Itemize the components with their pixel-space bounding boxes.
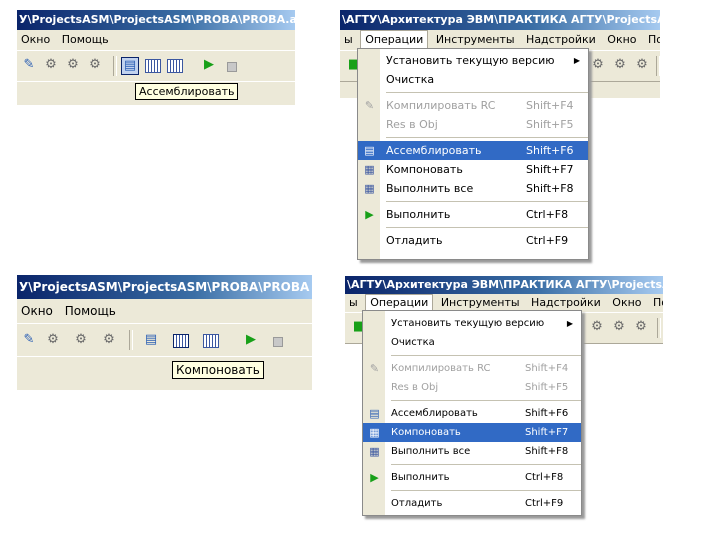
menu-help[interactable]: Помощь [644, 30, 660, 50]
tooltip-link: Компоновать [172, 361, 264, 379]
window-title: \АГТУ\Архитектура ЭВМ\ПРАКТИКА АГТУ\Proj… [340, 10, 660, 30]
compile-icon[interactable]: ✎ [21, 332, 37, 348]
menu-separator [391, 464, 581, 465]
menu-operations[interactable]: Операции [365, 294, 434, 311]
toolbar: ✎ ⚙ ⚙ ⚙ ▤ ▶ [17, 323, 312, 357]
submenu-arrow-icon: ▶ [566, 319, 573, 328]
menu-separator [386, 92, 588, 93]
compile-rc-icon: ✎ [364, 99, 375, 112]
menu-bar: Окно Помощь [17, 299, 312, 323]
menu-window[interactable]: Окно [603, 30, 640, 50]
assemble-icon[interactable]: ▤ [143, 332, 159, 348]
menu-item-set-current-version[interactable]: Установить текущую версию ▶ [358, 51, 588, 70]
menu-item-compile-rc[interactable]: ✎ Компилировать RC Shift+F4 [358, 96, 588, 115]
run-icon[interactable]: ▶ [243, 332, 259, 348]
menu-help[interactable]: Помощь [58, 30, 113, 50]
gear-icon[interactable]: ⚙ [65, 57, 81, 73]
compile-icon[interactable]: ✎ [21, 57, 37, 73]
window-panel-assemble: У\ProjectsASM\ProjectsASM\PROBA\PROBA.as… [17, 10, 295, 105]
stop-icon[interactable] [273, 337, 283, 347]
gear-icon[interactable]: ⚙ [612, 57, 628, 73]
menu-window[interactable]: Окно [17, 30, 54, 50]
menu-item-clean[interactable]: Очистка [363, 333, 581, 352]
menu-item-assemble[interactable]: ▤ Ассемблировать Shift+F6 [363, 404, 581, 423]
assemble-icon: ▤ [364, 144, 375, 157]
link-icon: ▦ [369, 426, 380, 439]
menu-window[interactable]: Окно [17, 299, 57, 323]
menu-item-set-current-version[interactable]: Установить текущую версию ▶ [363, 314, 581, 333]
menu-item-run[interactable]: ▶ Выполнить Ctrl+F8 [363, 468, 581, 487]
toolbar-separator [129, 330, 133, 350]
menu-item-build-all[interactable]: ▦ Выполнить все Shift+F8 [363, 442, 581, 461]
menu-tail[interactable]: ы [345, 294, 362, 312]
window-title: У\ProjectsASM\ProjectsASM\PROBA\PROBA [17, 275, 312, 299]
submenu-arrow-icon: ▶ [573, 56, 580, 65]
toolbar: ✎ ⚙ ⚙ ⚙ ▤ ▶ [17, 50, 295, 82]
toolbar-separator [113, 56, 117, 76]
menu-item-debug[interactable]: Отладить Ctrl+F9 [363, 494, 581, 513]
menu-operations[interactable]: Операции [360, 30, 429, 49]
menu-item-compile-rc[interactable]: ✎ Компилировать RC Shift+F4 [363, 359, 581, 378]
gear-icon[interactable]: ⚙ [73, 332, 89, 348]
workspace [17, 356, 312, 390]
gear-icon[interactable]: ⚙ [43, 57, 59, 73]
build-all-icon: ▦ [364, 182, 375, 195]
gear-icon[interactable]: ⚙ [634, 57, 650, 73]
run-icon: ▶ [370, 471, 379, 484]
menu-item-assemble[interactable]: ▤ Ассемблировать Shift+F6 [358, 141, 588, 160]
operations-dropdown-2: Установить текущую версию ▶ Очистка ✎ Ко… [362, 310, 582, 516]
build-all-icon[interactable] [167, 59, 183, 73]
menu-separator [391, 400, 581, 401]
menu-help[interactable]: Помощь [61, 299, 120, 323]
gear-icon[interactable]: ⚙ [633, 319, 649, 335]
assemble-icon[interactable]: ▤ [121, 57, 139, 75]
operations-dropdown-1: Установить текущую версию ▶ Очистка ✎ Ко… [357, 48, 589, 260]
gear-icon[interactable]: ⚙ [101, 332, 117, 348]
toolbar-separator [656, 56, 660, 76]
menu-item-debug[interactable]: Отладить Ctrl+F9 [358, 231, 588, 250]
menu-tail[interactable]: ы [340, 30, 357, 50]
menu-bar: Окно Помощь [17, 30, 295, 50]
gear-icon[interactable]: ⚙ [45, 332, 61, 348]
toolbar-separator [657, 318, 661, 338]
menu-item-link[interactable]: ▦ Компоновать Shift+F7 [358, 160, 588, 179]
menu-separator [391, 355, 581, 356]
menu-separator [391, 490, 581, 491]
menu-item-build-all[interactable]: ▦ Выполнить все Shift+F8 [358, 179, 588, 198]
menu-item-clean[interactable]: Очистка [358, 70, 588, 89]
window-title: \АГТУ\Архитектура ЭВМ\ПРАКТИКА АГТУ\Proj… [345, 276, 663, 294]
menu-bar: ы Операции Инструменты Надстройки Окно П… [340, 30, 660, 50]
menu-window[interactable]: Окно [608, 294, 645, 312]
menu-separator [386, 227, 588, 228]
stop-icon[interactable] [227, 62, 237, 72]
link-icon[interactable] [173, 334, 189, 348]
build-all-icon: ▦ [369, 445, 380, 458]
assemble-icon: ▤ [369, 407, 380, 420]
compile-rc-icon: ✎ [369, 362, 380, 375]
menu-help[interactable]: Помощь [649, 294, 663, 312]
gear-icon[interactable]: ⚙ [589, 319, 605, 335]
menu-item-link[interactable]: ▦ Компоновать Shift+F7 [363, 423, 581, 442]
link-icon[interactable] [145, 59, 161, 73]
gear-icon[interactable]: ⚙ [87, 57, 103, 73]
menu-item-run[interactable]: ▶ Выполнить Ctrl+F8 [358, 205, 588, 224]
run-icon[interactable]: ▶ [201, 57, 217, 73]
run-icon: ▶ [365, 208, 374, 221]
menu-item-res-to-obj[interactable]: Res в Obj Shift+F5 [363, 378, 581, 397]
build-all-icon[interactable] [203, 334, 219, 348]
menu-addins[interactable]: Надстройки [522, 30, 600, 50]
link-icon: ▦ [364, 163, 375, 176]
menu-separator [386, 201, 588, 202]
window-panel-link: У\ProjectsASM\ProjectsASM\PROBA\PROBA Ок… [17, 275, 312, 390]
window-title: У\ProjectsASM\ProjectsASM\PROBA\PROBA.as… [17, 10, 295, 30]
menu-item-res-to-obj[interactable]: Res в Obj Shift+F5 [358, 115, 588, 134]
menu-separator [386, 137, 588, 138]
gear-icon[interactable]: ⚙ [611, 319, 627, 335]
menu-tools[interactable]: Инструменты [432, 30, 519, 50]
tooltip-assemble: Ассемблировать [135, 83, 239, 100]
gear-icon[interactable]: ⚙ [590, 57, 606, 73]
